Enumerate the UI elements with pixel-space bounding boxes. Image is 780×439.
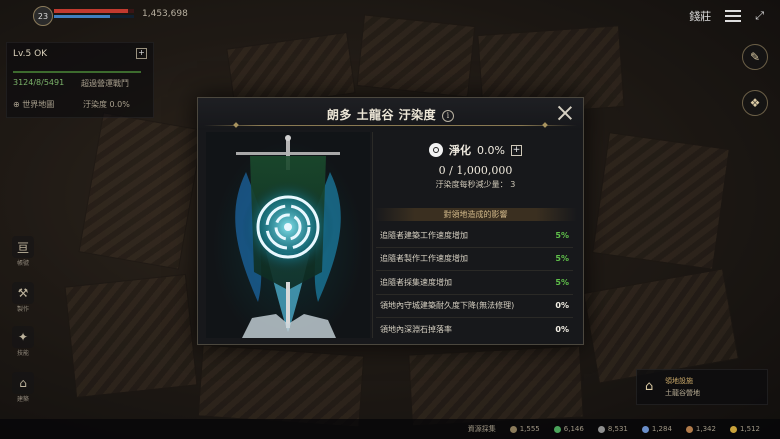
stone-icon: [597, 425, 605, 433]
pollution-dialog: 朗多 土龍谷 汙染度 i 淨化 0.0% + 0 / 1,000,000 汙染度…: [197, 97, 584, 345]
map-icon: ⊕: [13, 100, 23, 109]
territory-status-panel: Lv.5 OK + 3124/8/5491 超過營運戰鬥 ⊕ 世界地圖 汙染度 …: [6, 42, 154, 118]
side-nav-label: 帳號: [16, 260, 29, 267]
gold-icon: [729, 425, 737, 433]
status-expand-icon[interactable]: +: [136, 48, 147, 59]
mana-bar: [54, 15, 134, 18]
effect-value: 5%: [555, 254, 569, 264]
effects-header: 對領地造成的影響: [374, 208, 577, 221]
resource-item: 1,284: [641, 425, 672, 433]
pollution-link[interactable]: 汙染度 0.0%: [83, 99, 130, 110]
hamburger-menu-icon[interactable]: [725, 10, 742, 22]
effects-list: 追隨者建築工作速度增加 5% 追隨者製作工作速度增加 5% 追隨者採集速度增加 …: [376, 224, 573, 341]
resource-bar: 資源採集 1,555 6,146 8,531 1,284 1,342 1,512: [0, 419, 780, 439]
effect-value: 0%: [555, 324, 569, 334]
effect-row: 領地內守城建築耐久度下降(無法修理) 0%: [376, 295, 573, 318]
pollution-short-label: 汙染度: [83, 100, 107, 109]
banner-emblem-icon: [235, 135, 341, 338]
effect-value: 5%: [555, 230, 569, 240]
effect-row: 領地內深淵石掉落率 0%: [376, 318, 573, 341]
effect-row: 追隨者建築工作速度增加 5%: [376, 224, 573, 248]
dialog-header: 朗多 土龍谷 汙染度 i: [198, 98, 583, 130]
emblem-icon: ❖: [749, 96, 761, 110]
widget-sub: 土龍谷營地: [665, 389, 700, 397]
tower-icon: ⌂: [645, 379, 654, 394]
skill-icon: ✦: [17, 330, 29, 344]
side-nav-build[interactable]: ⌂ 建築: [12, 372, 34, 403]
add-purification-button[interactable]: +: [510, 144, 522, 156]
expand-icon[interactable]: ⤢: [755, 9, 764, 23]
resource-item: 1,555: [509, 425, 540, 433]
effect-value: 5%: [555, 277, 569, 287]
character-level-badge[interactable]: 23: [33, 6, 53, 26]
pollution-short-value: 0.0%: [109, 100, 130, 109]
effect-row: 追隨者製作工作速度增加 5%: [376, 248, 573, 271]
effect-label: 追隨者製作工作速度增加: [380, 254, 468, 264]
build-edit-button[interactable]: ✎: [742, 44, 768, 70]
top-right-label[interactable]: 錢莊: [689, 8, 711, 24]
effect-value: 0%: [555, 301, 569, 311]
widget-title: 領地設施: [665, 377, 693, 385]
top-right-menu: 錢莊 ⤢: [689, 8, 764, 24]
side-nav-label: 建築: [16, 396, 29, 403]
purification-row: 淨化 0.0% +: [374, 142, 577, 158]
info-icon[interactable]: i: [442, 110, 455, 122]
purification-swirl-icon: [429, 143, 444, 157]
account-icon: 亘: [16, 240, 29, 255]
side-nav-label: 製作: [16, 306, 29, 313]
effect-label: 追隨者採集速度增加: [380, 277, 452, 287]
health-bar: [54, 9, 134, 13]
status-sub2: 超過營運戰鬥: [81, 79, 129, 88]
dialog-title-text: 朗多 土龍谷 汙染度: [326, 108, 437, 122]
craft-icon: ⚒: [17, 286, 29, 300]
vertical-divider: [372, 132, 373, 338]
territory-facility-widget[interactable]: ⌂ 領地設施 土龍谷營地: [636, 369, 768, 405]
effect-label: 領地內守城建築耐久度下降(無法修理): [380, 301, 515, 311]
status-progress-bar: [13, 71, 141, 73]
header-ornament-divider: [204, 125, 577, 126]
resource-item: 6,146: [553, 425, 584, 433]
dialog-title: 朗多 土龍谷 汙染度 i: [198, 106, 583, 123]
world-map-label: 世界地圖: [22, 100, 55, 109]
wood-icon: [509, 425, 517, 433]
leather-icon: [685, 425, 693, 433]
side-nav-skill[interactable]: ✦ 技能: [12, 326, 34, 357]
resource-item: 1,342: [685, 425, 716, 433]
pollution-reduction-rate: 汙染度每秒減少量： 3: [435, 180, 516, 189]
effect-row: 追隨者採集速度增加 5%: [376, 271, 573, 295]
hammer-icon: ✎: [749, 50, 761, 64]
top-hud: 23 1,453,698 錢莊 ⤢: [0, 0, 780, 28]
close-button[interactable]: [556, 104, 574, 122]
purification-banner-illustration: [206, 132, 370, 338]
status-sub: 3124/8/5491: [13, 78, 65, 87]
effect-label: 追隨者建築工作速度增加: [380, 230, 468, 240]
resource-label: 資源採集: [467, 425, 496, 433]
resource-item: 8,531: [597, 425, 628, 433]
pollution-info-panel: 淨化 0.0% + 0 / 1,000,000 汙染度每秒減少量： 3 對領地造…: [374, 132, 577, 338]
side-nav-craft[interactable]: ⚒ 製作: [12, 282, 34, 313]
side-nav-account[interactable]: 亘帳號: [12, 236, 34, 267]
herb-icon: [553, 425, 561, 433]
purification-label: 淨化: [449, 144, 472, 157]
build-icon: ⌂: [19, 376, 27, 390]
ore-icon: [641, 425, 649, 433]
effect-label: 領地內深淵石掉落率: [380, 324, 452, 334]
currency-amount: 1,453,698: [142, 9, 188, 19]
world-map-link[interactable]: ⊕ 世界地圖: [13, 99, 54, 110]
pollution-progress: 0 / 1,000,000: [438, 164, 513, 177]
status-title: Lv.5 OK: [13, 49, 48, 59]
resource-item: 1,512: [729, 425, 760, 433]
purification-value: 0.0%: [477, 143, 505, 157]
chronicle-button[interactable]: ❖: [742, 90, 768, 116]
side-nav-label: 技能: [16, 350, 29, 357]
